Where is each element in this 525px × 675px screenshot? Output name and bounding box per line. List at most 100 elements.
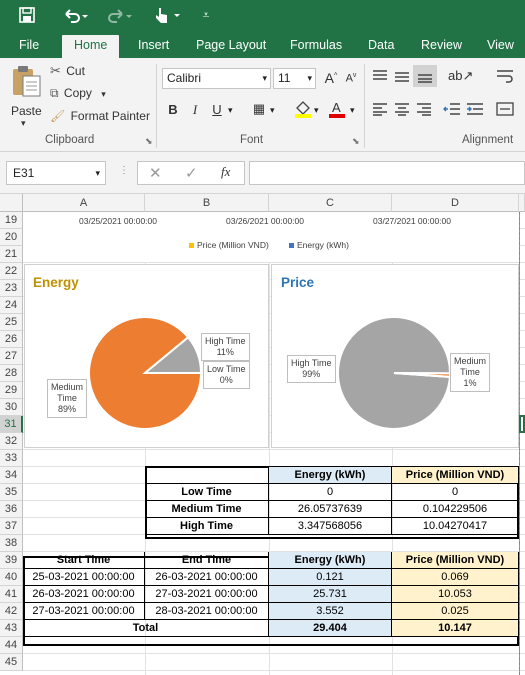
tab-review[interactable]: Review [418,35,465,58]
row-header[interactable]: 37 [0,518,23,535]
undo-icon[interactable] [58,5,92,25]
row-header[interactable]: 44 [0,637,23,654]
row-header[interactable]: 38 [0,535,23,552]
row-header[interactable]: 27 [0,348,23,365]
row-header[interactable]: 33 [0,450,23,467]
row-header[interactable]: 30 [0,399,23,416]
decrease-indent-icon[interactable] [443,102,461,119]
row-header[interactable]: 19 [0,212,23,229]
font-color-icon[interactable]: A [328,99,346,122]
enter-icon[interactable]: ✓ [185,164,198,182]
total-label[interactable]: Total [23,620,269,637]
italic-button[interactable]: I [186,102,204,118]
row-header[interactable]: 36 [0,501,23,518]
tab-formulas[interactable]: Formulas [287,35,345,58]
detail-cell[interactable]: 26-03-2021 00:00:00 [23,586,145,603]
detail-cell[interactable]: 0.069 [392,569,519,586]
chevron-down-icon[interactable]: ▾ [270,105,275,116]
format-painter-button[interactable]: 🖌 Format Painter [50,109,150,127]
detail-header[interactable]: Energy (kWh) [269,552,392,569]
align-left-icon[interactable] [371,102,389,119]
tab-file[interactable]: File [16,35,42,58]
cut-button[interactable]: ✂ Cut [50,63,85,81]
fill-color-icon[interactable] [294,100,312,121]
chevron-down-icon[interactable]: ▾ [228,105,233,116]
font-size-box[interactable]: 11 ▾ [273,68,316,89]
detail-header[interactable]: Start Time [23,552,145,569]
redo-icon[interactable] [102,5,136,25]
detail-cell[interactable]: 27-03-2021 00:00:00 [23,603,145,620]
price-chart[interactable]: Price High Time 99% Medium Time 1% [271,264,519,448]
summary-header[interactable]: Price (Million VND) [392,467,519,484]
formula-input[interactable] [249,161,525,185]
row-header[interactable]: 34 [0,467,23,484]
row-header[interactable]: 22 [0,263,23,280]
summary-header[interactable]: Energy (kWh) [269,467,392,484]
underline-button[interactable]: U [208,102,226,117]
row-header[interactable]: 28 [0,365,23,382]
shrink-font-button[interactable]: Av [342,72,360,85]
row-header[interactable]: 25 [0,314,23,331]
chart-top-strip[interactable]: 03/25/2021 00:00:00 03/26/2021 00:00:00 … [23,212,519,262]
summary-row-label[interactable]: High Time [145,518,269,535]
align-top-icon[interactable] [371,69,389,86]
detail-cell[interactable]: 26-03-2021 00:00:00 [145,569,269,586]
align-center-icon[interactable] [393,102,411,119]
detail-cell[interactable]: 27-03-2021 00:00:00 [145,586,269,603]
align-right-icon[interactable] [415,102,433,119]
summary-value[interactable]: 0 [392,484,519,501]
row-header[interactable]: 43 [0,620,23,637]
row-header[interactable]: 31 [0,416,23,433]
summary-value[interactable]: 0 [269,484,392,501]
column-header-e[interactable] [519,194,525,212]
detail-cell[interactable]: 0.121 [269,569,392,586]
font-name-box[interactable]: Calibri ▾ [162,68,271,89]
row-header[interactable]: 40 [0,569,23,586]
tab-page-layout[interactable]: Page Layout [193,35,269,58]
detail-cell[interactable]: 25-03-2021 00:00:00 [23,569,145,586]
column-header-a[interactable]: A [23,194,145,212]
dialog-launcher-icon[interactable]: ⬊ [145,136,153,147]
customize-quick-access-icon[interactable]: ⩡ [198,5,214,25]
row-header[interactable]: 39 [0,552,23,569]
name-box[interactable]: E31 ▾ [6,161,106,185]
row-header[interactable]: 21 [0,246,23,263]
column-header-b[interactable]: B [145,194,269,212]
detail-header[interactable]: End Time [145,552,269,569]
total-price[interactable]: 10.147 [392,620,519,637]
row-header[interactable]: 24 [0,297,23,314]
increase-indent-icon[interactable] [466,102,484,119]
summary-value[interactable]: 10.04270417 [392,518,519,535]
grow-font-button[interactable]: A^ [322,70,340,86]
row-header[interactable]: 20 [0,229,23,246]
column-header-d[interactable]: D [392,194,519,212]
orientation-icon[interactable]: ab↗ [448,68,473,84]
tab-data[interactable]: Data [365,35,397,58]
chevron-down-icon[interactable]: ▾ [350,105,355,116]
save-icon[interactable] [14,5,40,25]
cancel-icon[interactable]: ✕ [149,164,162,182]
detail-cell[interactable]: 0.025 [392,603,519,620]
row-header[interactable]: 42 [0,603,23,620]
selected-cell[interactable] [519,415,525,433]
bold-button[interactable]: B [164,102,182,117]
column-header-c[interactable]: C [269,194,392,212]
total-energy[interactable]: 29.404 [269,620,392,637]
wrap-text-icon[interactable] [496,69,514,86]
touch-mode-icon[interactable] [150,5,184,25]
select-all-corner[interactable] [0,194,23,212]
detail-cell[interactable]: 10.053 [392,586,519,603]
tab-home[interactable]: Home [62,35,120,58]
insert-function-icon[interactable]: fx [221,164,230,180]
summary-value[interactable]: 3.347568056 [269,518,392,535]
row-header[interactable]: 32 [0,433,23,450]
summary-value[interactable]: 0.104229506 [392,501,519,518]
align-middle-icon[interactable] [393,69,411,86]
row-header[interactable]: 29 [0,382,23,399]
row-header[interactable]: 26 [0,331,23,348]
summary-value[interactable]: 26.05737639 [269,501,392,518]
tab-insert[interactable]: Insert [135,35,172,58]
chevron-down-icon[interactable]: ▾ [314,105,319,116]
row-header[interactable]: 45 [0,654,23,671]
tab-view[interactable]: View [484,35,517,58]
